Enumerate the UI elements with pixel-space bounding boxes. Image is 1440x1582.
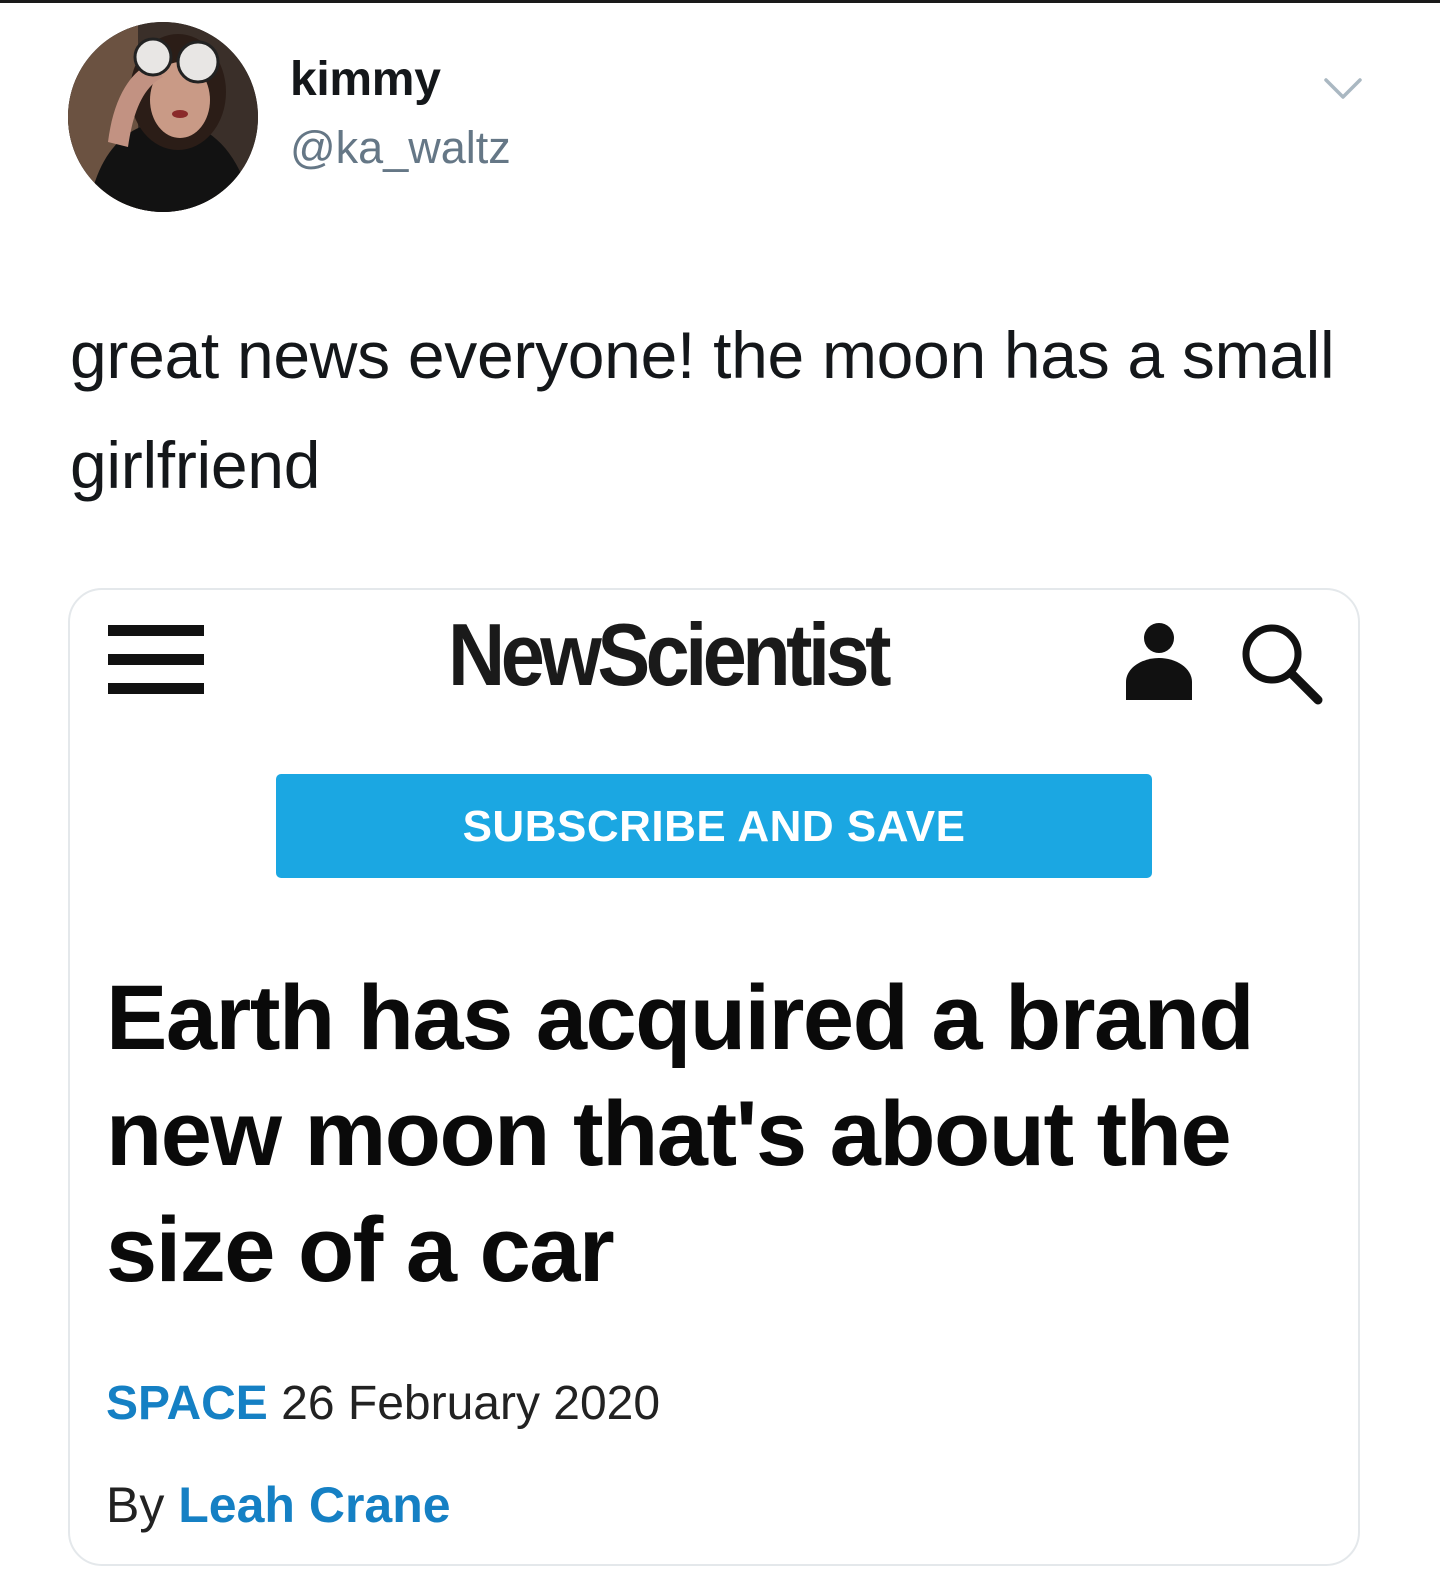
avatar[interactable] xyxy=(68,22,258,212)
article-meta: SPACE 26 February 2020 xyxy=(106,1376,660,1431)
byline-prefix: By xyxy=(106,1477,165,1533)
search-icon[interactable] xyxy=(1238,620,1324,706)
top-divider xyxy=(0,0,1440,3)
site-logo[interactable]: NewScientist xyxy=(448,604,891,706)
article-date: 26 February 2020 xyxy=(281,1377,661,1430)
author-link[interactable]: Leah Crane xyxy=(178,1477,450,1533)
tweet-text: great news everyone! the moon has a smal… xyxy=(70,318,1335,502)
hamburger-menu-icon[interactable] xyxy=(108,625,206,695)
user-icon[interactable] xyxy=(1124,616,1194,702)
section-link[interactable]: SPACE xyxy=(106,1377,268,1430)
article-headline[interactable]: Earth has acquired a brand new moon that… xyxy=(106,960,1346,1308)
user-handle[interactable]: @ka_waltz xyxy=(290,122,511,174)
link-preview-card[interactable]: NewScientist SUBSCRIBE AND SAVE Earth ha… xyxy=(68,588,1360,1566)
subscribe-button[interactable]: SUBSCRIBE AND SAVE xyxy=(276,774,1152,878)
chevron-down-icon[interactable] xyxy=(1318,70,1368,106)
display-name[interactable]: kimmy xyxy=(290,52,441,107)
byline: By Leah Crane xyxy=(106,1476,451,1534)
